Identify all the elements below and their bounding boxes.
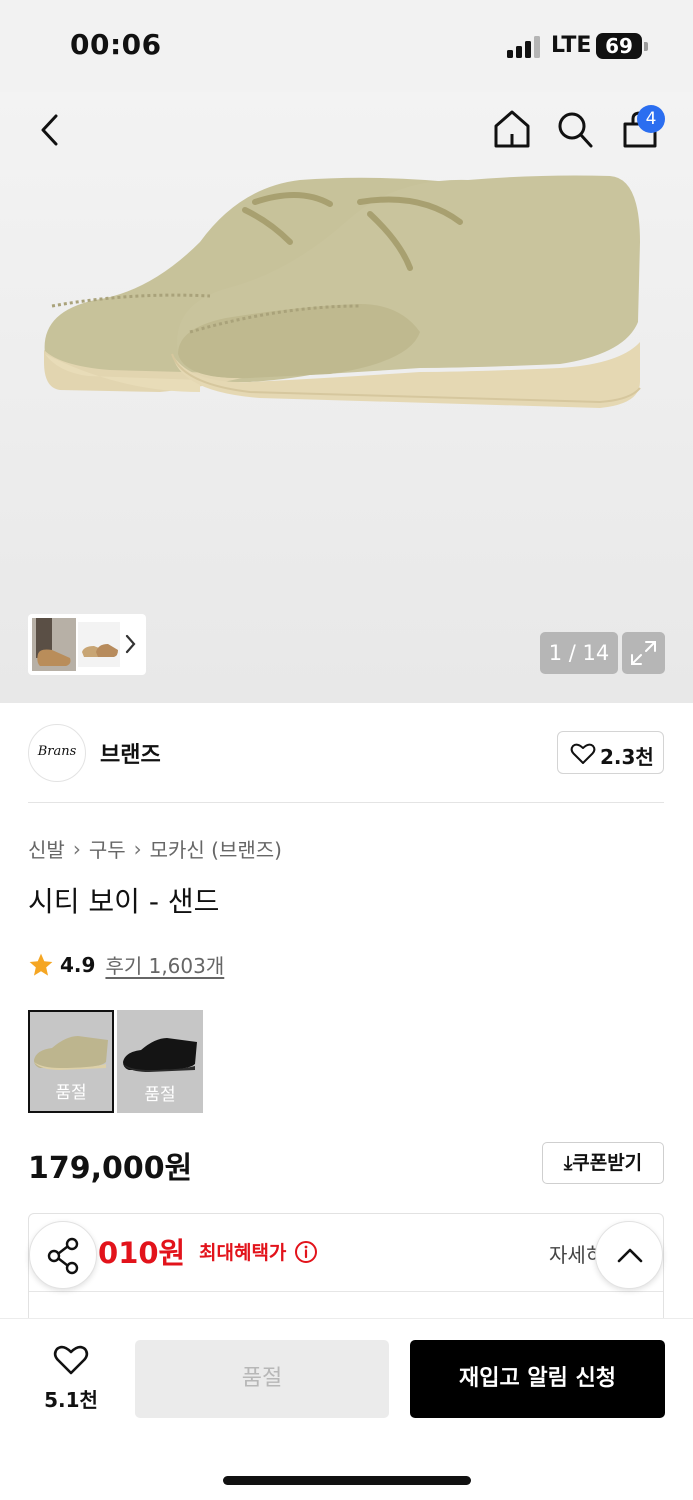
scroll-top-button[interactable] [595, 1221, 663, 1289]
thumbnail-pair[interactable] [78, 622, 120, 667]
swatch-soldout-label: 품절 [55, 1083, 87, 1103]
chevron-up-icon [617, 1248, 643, 1263]
download-icon: ⤓ [563, 1152, 573, 1174]
thumbnail-model-image [36, 618, 71, 666]
max-benefit-text: 최대혜택가 [199, 1242, 287, 1264]
divider [28, 802, 664, 803]
rating: 4.9 후기 1,603개 [28, 950, 224, 979]
breadcrumb-item[interactable]: 신발 [28, 834, 65, 863]
share-button[interactable] [29, 1221, 97, 1289]
wishlist-count: 5.1천 [44, 1388, 98, 1412]
brand-like-button[interactable]: 2.3천 [557, 731, 664, 774]
coupon-button[interactable]: ⤓쿠폰받기 [542, 1142, 664, 1184]
max-benefit-price: ,010원 [87, 1236, 186, 1270]
chevron-right-icon: › [133, 836, 142, 861]
rating-score: 4.9 [60, 952, 96, 977]
back-button[interactable] [34, 112, 68, 148]
thumbnail-pair-image [82, 644, 118, 657]
network-type: LTE [551, 33, 592, 58]
expand-icon [631, 641, 656, 665]
brand-logo[interactable]: Brans [28, 724, 86, 782]
thumbnail-strip[interactable] [28, 614, 146, 675]
expand-button[interactable] [622, 632, 665, 674]
breadcrumb-item[interactable]: 모카신 (브랜즈) [150, 834, 282, 863]
info-icon[interactable] [294, 1240, 318, 1264]
benefit-box[interactable]: ,010원 최대혜택가 자세히 [28, 1213, 664, 1333]
brand-name[interactable]: 브랜즈 [100, 737, 161, 769]
brand-like-count: 2.3천 [600, 745, 654, 769]
star-icon [29, 953, 53, 976]
product-image [44, 175, 641, 408]
color-option-black[interactable]: 품절 [117, 1010, 203, 1113]
breadcrumb-item[interactable]: 구두 [89, 834, 126, 863]
product-price: 179,000원 [28, 1151, 193, 1186]
home-icon[interactable] [492, 108, 532, 150]
image-counter: 1 / 14 [540, 632, 618, 674]
search-icon[interactable] [556, 110, 594, 150]
coupon-label: 쿠폰받기 [572, 1152, 643, 1174]
breadcrumb: 신발 › 구두 › 모카신 (브랜즈) [28, 834, 282, 863]
soldout-button: 품절 [135, 1340, 389, 1418]
swatch-soldout-label: 품절 [144, 1085, 176, 1105]
status-bar: 00:06 LTE 69 [0, 0, 693, 92]
heart-icon [570, 743, 596, 764]
heart-icon [53, 1345, 89, 1375]
chevron-right-icon[interactable] [124, 632, 138, 656]
color-option-sand[interactable]: 품절 [28, 1010, 114, 1113]
divider [29, 1291, 663, 1292]
signal-icon [507, 36, 541, 58]
max-benefit-label: 최대혜택가 [199, 1238, 318, 1265]
home-indicator[interactable] [223, 1476, 471, 1485]
thumbnail-model[interactable] [32, 618, 76, 671]
reviews-link[interactable]: 후기 1,603개 [105, 950, 224, 979]
brand-logo-text: Brans [37, 744, 77, 759]
product-gallery[interactable] [0, 92, 693, 703]
product-title: 시티 보이 - 샌드 [28, 885, 220, 918]
chevron-right-icon: › [72, 836, 81, 861]
wishlist-button[interactable]: 5.1천 [36, 1344, 106, 1413]
status-time: 00:06 [70, 28, 162, 61]
restock-alert-button[interactable]: 재입고 알림 신청 [410, 1340, 665, 1418]
battery-level: 69 [596, 33, 642, 59]
share-icon [47, 1237, 79, 1275]
cart-count-badge: 4 [637, 105, 665, 133]
battery-tip-icon [644, 42, 648, 51]
